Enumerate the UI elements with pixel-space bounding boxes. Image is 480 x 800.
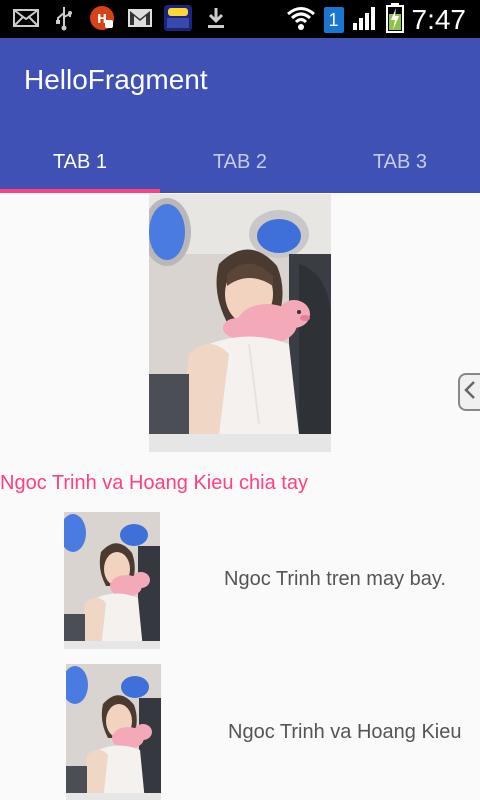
image-caption-strip [149,434,331,452]
notification-area: H [12,5,230,31]
gmail-icon [126,5,154,31]
app-title: HelloFragment [24,64,208,95]
list-item[interactable]: Ngoc Trinh va Hoang Kieu [0,664,480,800]
tab-bar: TAB 1 TAB 2 TAB 3 [0,134,480,190]
app-bar: HelloFragment TAB 1 TAB 2 TAB 3 [0,38,480,193]
chevron-left-icon [463,380,477,404]
list-item-title: Ngoc Trinh tren may bay. [224,568,446,590]
photo-illustration [143,194,331,434]
wifi-icon [286,5,316,35]
tab-1[interactable]: TAB 1 [0,134,160,190]
list-thumbnail [60,512,160,649]
app-icon: H [88,5,116,31]
list-item-title: Ngoc Trinh va Hoang Kieu [228,721,462,743]
list-thumbnail [62,664,161,800]
mail-icon [12,5,40,31]
side-panel-handle[interactable] [458,373,480,411]
tab-content: Ngoc Trinh va Hoang Kieu chia tay Ngoc T… [0,193,480,800]
download-icon [202,5,230,31]
tab-3[interactable]: TAB 3 [320,134,480,190]
feature-image[interactable] [143,194,331,452]
battery-charging-icon [385,3,404,37]
usb-icon [50,5,78,31]
feature-headline[interactable]: Ngoc Trinh va Hoang Kieu chia tay [0,472,308,495]
tab-2[interactable]: TAB 2 [160,134,320,190]
toeic-icon [164,5,192,31]
system-tray: 1 7:47 [286,3,467,37]
list-item[interactable]: Ngoc Trinh tren may bay. [0,512,480,650]
clock: 7:47 [411,4,467,35]
signal-icon [352,5,378,35]
status-bar: H 1 7:47 [0,0,480,38]
sim-badge: 1 [323,7,344,33]
